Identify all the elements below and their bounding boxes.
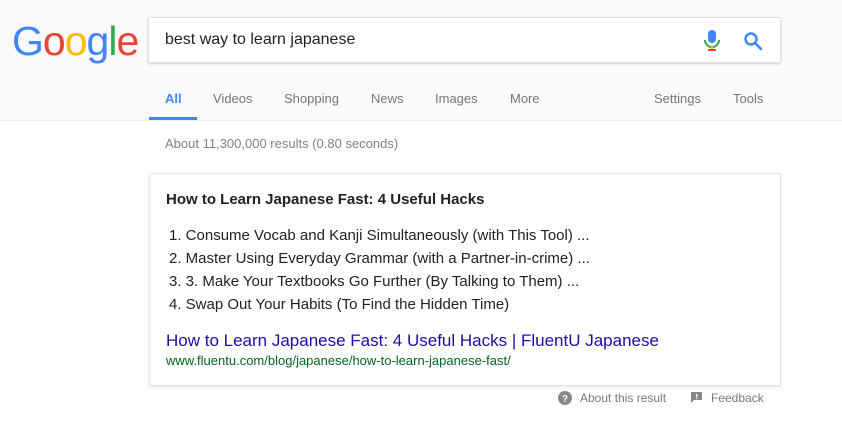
feedback-icon [691, 392, 702, 404]
result-link[interactable]: How to Learn Japanese Fast: 4 Useful Hac… [166, 331, 659, 351]
tab-videos[interactable]: Videos [213, 91, 253, 106]
header-bar: Google All Videos Shopping News Images M… [0, 0, 842, 121]
search-input[interactable] [165, 28, 685, 52]
google-logo[interactable]: Google [12, 18, 139, 64]
svg-text:?: ? [562, 394, 568, 405]
feedback-label: Feedback [711, 390, 764, 405]
logo-letter: G [12, 18, 44, 64]
tab-images[interactable]: Images [435, 91, 478, 106]
search-box [148, 17, 781, 63]
featured-snippet: How to Learn Japanese Fast: 4 Useful Hac… [149, 173, 781, 386]
logo-letter: o [64, 18, 88, 64]
logo-letter: g [86, 18, 110, 64]
tab-all[interactable]: All [165, 91, 182, 106]
result-stats: About 11,300,000 results (0.80 seconds) [165, 136, 399, 151]
result-url: www.fluentu.com/blog/japanese/how-to-lea… [166, 353, 511, 368]
search-results-page: Google All Videos Shopping News Images M… [0, 0, 842, 437]
list-item: 3. 3. Make Your Textbooks Go Further (By… [169, 273, 580, 290]
logo-letter: e [116, 18, 139, 64]
logo-letter: o [42, 18, 66, 64]
tab-tools[interactable]: Tools [733, 91, 763, 106]
search-tabs: All Videos Shopping News Images More Set… [0, 89, 842, 121]
help-icon: ? [558, 390, 572, 405]
logo-letter: l [108, 18, 117, 64]
active-tab-indicator [149, 117, 197, 120]
about-label: About this result [580, 390, 667, 405]
list-item: 4. Swap Out Your Habits (To Find the Hid… [169, 296, 510, 313]
search-icon[interactable] [743, 31, 763, 51]
snippet-title: How to Learn Japanese Fast: 4 Useful Hac… [166, 191, 485, 208]
list-item: 2. Master Using Everyday Grammar (with a… [169, 250, 590, 267]
tab-shopping[interactable]: Shopping [284, 91, 339, 106]
tab-news[interactable]: News [371, 91, 404, 106]
tab-settings[interactable]: Settings [654, 91, 701, 106]
feedback-link[interactable]: Feedback [690, 390, 764, 405]
microphone-icon[interactable] [703, 30, 721, 52]
about-this-result-link[interactable]: ? About this result [558, 390, 666, 405]
list-item: 1. Consume Vocab and Kanji Simultaneousl… [169, 227, 590, 244]
tab-more[interactable]: More [510, 91, 540, 106]
snippet-list: 1. Consume Vocab and Kanji Simultaneousl… [169, 224, 590, 316]
